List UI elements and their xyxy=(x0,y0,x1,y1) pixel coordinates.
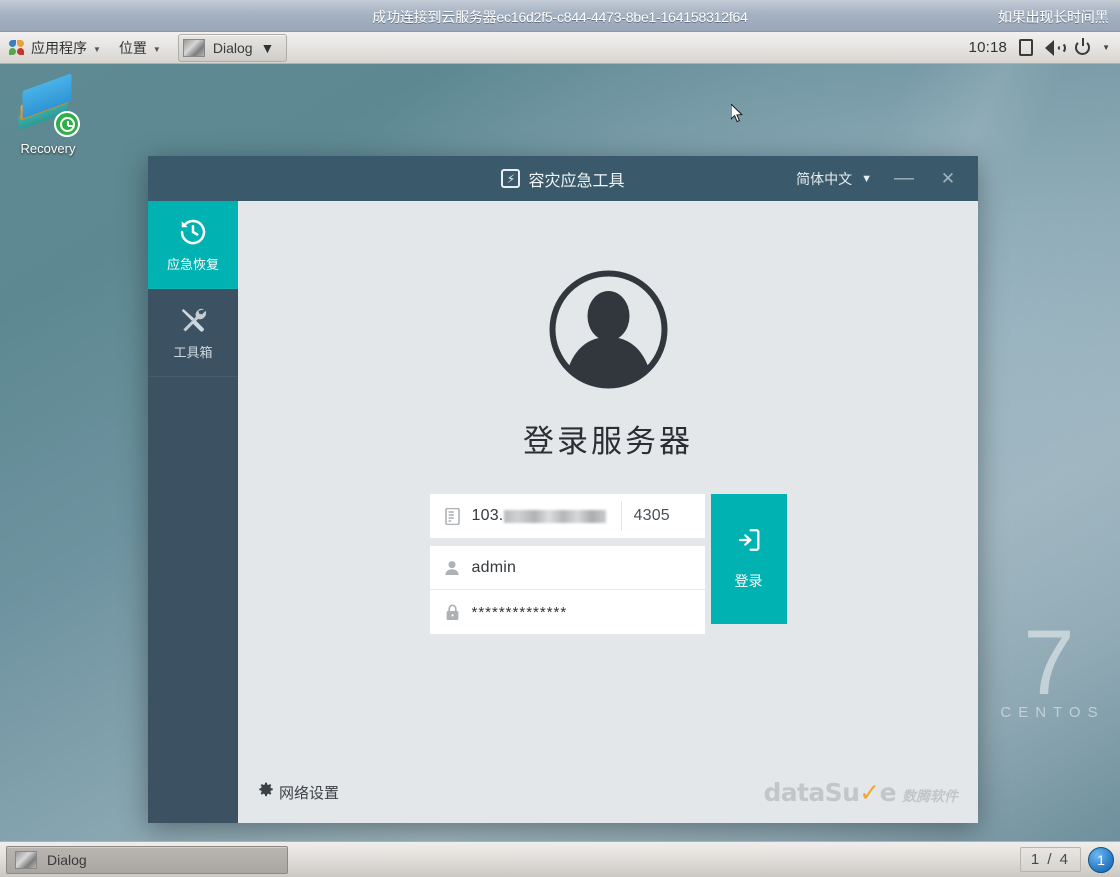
applications-menu-label: 应用程序 xyxy=(31,38,87,58)
brand-name: dataSu✓e xyxy=(763,778,896,807)
chevron-down-icon: ▼ xyxy=(153,45,161,54)
banner-connection-message: 成功连接到云服务器ec16d2f5-c844-4473-8be1-1641583… xyxy=(372,7,747,27)
restore-clock-icon xyxy=(178,217,208,247)
sidebar-item-emergency-recovery[interactable]: 应急恢复 xyxy=(148,201,238,289)
chevron-down-icon[interactable]: ▼ xyxy=(1102,43,1110,52)
taskbar-window-dialog[interactable]: Dialog xyxy=(6,846,288,874)
applications-icon xyxy=(9,40,25,56)
port-input[interactable]: 4305 xyxy=(621,501,705,531)
brand-check-icon: ✓ xyxy=(859,778,879,807)
brand-name-chinese: 数腾软件 xyxy=(902,786,958,806)
username-value: admin xyxy=(472,559,517,577)
brand-name-post: e xyxy=(880,778,896,807)
gnome-top-panel: 应用程序 ▼ 位置 ▼ Dialog ▼ 10:18 ▼ xyxy=(0,32,1120,64)
network-settings-button[interactable]: 网络设置 xyxy=(258,782,339,803)
power-icon[interactable] xyxy=(1075,40,1090,55)
chevron-down-icon: ▼ xyxy=(861,173,872,185)
server-address-row: 103. 4305 xyxy=(430,494,705,538)
workspace-badge[interactable]: 1 xyxy=(1088,847,1114,873)
window-thumbnail-icon xyxy=(15,851,37,869)
port-value: 4305 xyxy=(634,507,670,525)
sidebar-item-label: 应急恢复 xyxy=(167,254,219,273)
close-button[interactable]: ✕ xyxy=(926,156,970,201)
login-form: 103. 4305 xyxy=(430,494,787,634)
app-logo-icon: ⚡ xyxy=(501,169,520,188)
minimize-button[interactable]: — xyxy=(882,156,926,201)
mouse-cursor xyxy=(731,104,743,123)
clock[interactable]: 10:18 xyxy=(969,39,1008,56)
workspace-indicator[interactable]: 1 / 4 xyxy=(1020,847,1081,872)
centos-version-number: 7 xyxy=(1023,624,1074,702)
places-menu[interactable]: 位置 ▼ xyxy=(110,32,170,64)
sign-in-icon xyxy=(736,527,762,558)
desktop-icon-label: Recovery xyxy=(21,141,76,156)
display-icon[interactable] xyxy=(1019,39,1033,56)
dialog-content: 登录服务器 xyxy=(238,201,978,823)
dialog-sidebar: 应急恢复 工具箱 xyxy=(148,201,238,823)
menu-icon[interactable] xyxy=(942,42,957,54)
gear-icon xyxy=(258,782,274,802)
window-task-button[interactable]: Dialog ▼ xyxy=(178,34,288,62)
password-input[interactable]: ************** xyxy=(430,590,705,634)
sidebar-item-toolbox[interactable]: 工具箱 xyxy=(148,289,238,377)
dialog-titlebar[interactable]: ⚡ 容灾应急工具 简体中文 ▼ — ✕ xyxy=(148,156,978,201)
user-icon xyxy=(442,560,463,576)
vnc-banner: 成功连接到云服务器ec16d2f5-c844-4473-8be1-1641583… xyxy=(0,0,1120,32)
login-button[interactable]: 登录 xyxy=(711,494,787,624)
server-icon xyxy=(442,508,463,525)
brand-logo: dataSu✓e 数腾软件 xyxy=(763,778,958,807)
desktop: Recovery 7 CENTOS ⚡ 容灾应急工具 简体中文 ▼ — xyxy=(0,64,1120,841)
desktop-icon-recovery[interactable]: Recovery xyxy=(8,81,88,156)
login-button-label: 登录 xyxy=(735,571,763,591)
tools-icon xyxy=(178,305,208,335)
host-input[interactable]: 103. xyxy=(442,507,621,525)
chevron-down-icon: ▼ xyxy=(93,45,101,54)
login-heading: 登录服务器 xyxy=(523,416,693,461)
window-task-label: Dialog xyxy=(213,40,253,56)
network-settings-label: 网络设置 xyxy=(279,782,339,803)
dialog-footer: 网络设置 dataSu✓e 数腾软件 xyxy=(238,761,978,823)
host-value: 103. xyxy=(472,507,504,525)
recovery-icon xyxy=(17,81,79,137)
lock-icon xyxy=(442,604,463,621)
banner-secondary-message: 如果出现长时间黑 xyxy=(998,7,1108,27)
window-thumbnail-icon xyxy=(183,39,205,57)
disaster-recovery-dialog: ⚡ 容灾应急工具 简体中文 ▼ — ✕ xyxy=(148,156,978,823)
centos-wordmark: CENTOS xyxy=(993,704,1104,721)
centos-watermark: 7 CENTOS xyxy=(984,624,1114,721)
avatar xyxy=(546,267,671,392)
language-selector[interactable]: 简体中文 ▼ xyxy=(786,165,882,193)
volume-icon[interactable] xyxy=(1045,40,1063,56)
sidebar-item-label: 工具箱 xyxy=(173,342,212,361)
gnome-bottom-panel: Dialog 1 / 4 1 xyxy=(0,841,1120,877)
password-value: ************** xyxy=(472,604,568,621)
places-menu-label: 位置 xyxy=(119,38,147,58)
applications-menu[interactable]: 应用程序 ▼ xyxy=(0,32,110,64)
brand-name-pre: dataSu xyxy=(763,778,859,807)
host-redacted-block xyxy=(504,510,606,523)
taskbar-window-label: Dialog xyxy=(47,852,87,868)
dialog-title: 容灾应急工具 xyxy=(528,167,624,191)
username-input[interactable]: admin xyxy=(430,546,705,590)
language-label: 简体中文 xyxy=(796,169,852,189)
chevron-down-icon: ▼ xyxy=(261,40,275,56)
